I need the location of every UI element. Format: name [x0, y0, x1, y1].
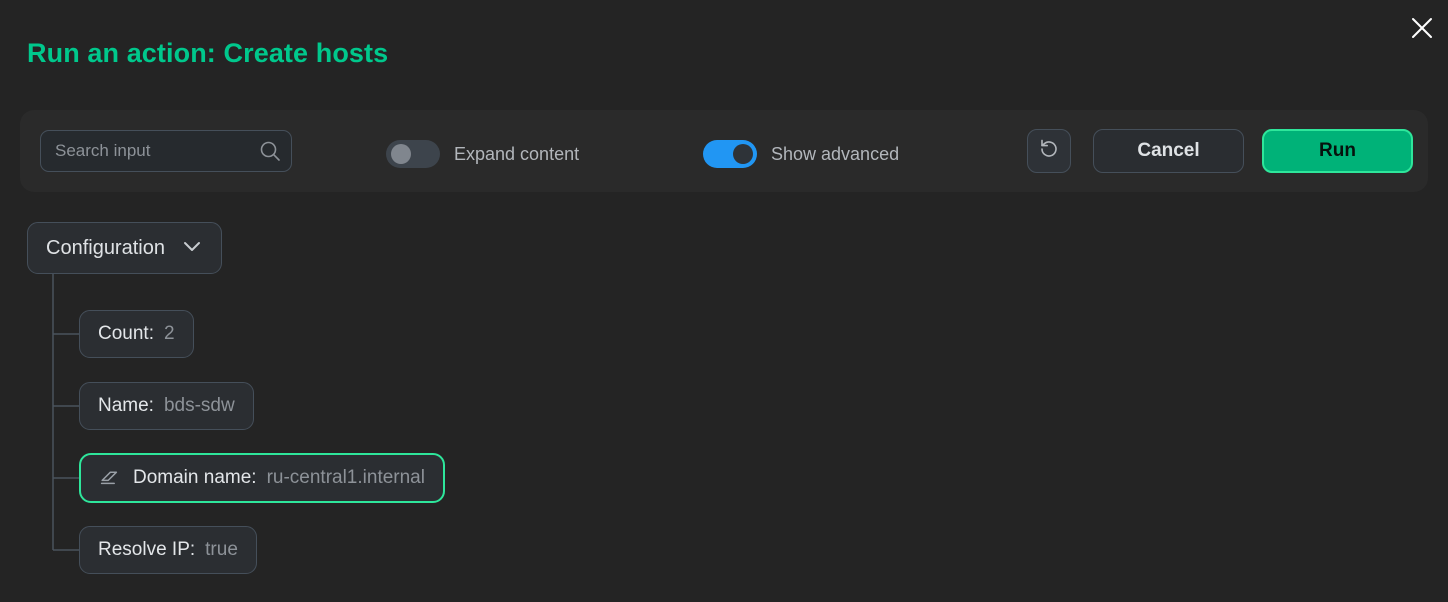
tree-node-key: Count:: [98, 323, 154, 344]
tree-node-count[interactable]: Count: 2: [79, 310, 194, 358]
reset-button[interactable]: [1027, 129, 1071, 173]
search-input[interactable]: [55, 141, 259, 161]
page-title: Run an action: Create hosts: [27, 38, 389, 68]
tree-node-key: Name:: [98, 395, 154, 416]
tree-node-value: true: [205, 539, 238, 560]
tree-node-resolve-ip[interactable]: Resolve IP: true: [79, 526, 257, 574]
toggle-knob: [733, 144, 753, 164]
expand-content-label: Expand content: [454, 143, 580, 164]
tree-node-name[interactable]: Name: bds-sdw: [79, 382, 254, 430]
search-box[interactable]: [40, 130, 292, 172]
tree-node-key: Resolve IP:: [98, 539, 196, 560]
tree-node-domain-name[interactable]: Domain name: ru-central1.internal: [79, 453, 445, 503]
toggle-knob: [391, 144, 411, 164]
toolbar: Expand content Show advanced Cancel Run: [20, 110, 1428, 192]
tree-node-value: bds-sdw: [163, 395, 235, 416]
show-advanced-toggle[interactable]: [703, 140, 757, 168]
tree-node-value: ru-central1.internal: [266, 467, 425, 488]
tree-root-configuration[interactable]: Configuration: [27, 222, 222, 274]
cancel-button[interactable]: Cancel: [1093, 129, 1244, 173]
chevron-down-icon[interactable]: [181, 235, 203, 262]
tree-node-value: 2: [163, 323, 175, 344]
configuration-tree: Configuration Count: 2 Name: bds-sdw Dom…: [0, 222, 1448, 602]
expand-content-toggle[interactable]: [386, 140, 440, 168]
show-advanced-toggle-group: Show advanced: [703, 140, 899, 168]
reset-icon: [1037, 137, 1061, 166]
close-button[interactable]: [1404, 10, 1440, 46]
close-icon: [1411, 17, 1433, 39]
show-advanced-label: Show advanced: [771, 143, 900, 164]
eraser-icon[interactable]: [99, 467, 121, 489]
run-button[interactable]: Run: [1262, 129, 1413, 173]
expand-content-toggle-group: Expand content: [386, 140, 579, 168]
tree-root-label: Configuration: [46, 236, 165, 259]
tree-node-key: Domain name:: [133, 467, 257, 488]
search-icon[interactable]: [259, 140, 281, 162]
